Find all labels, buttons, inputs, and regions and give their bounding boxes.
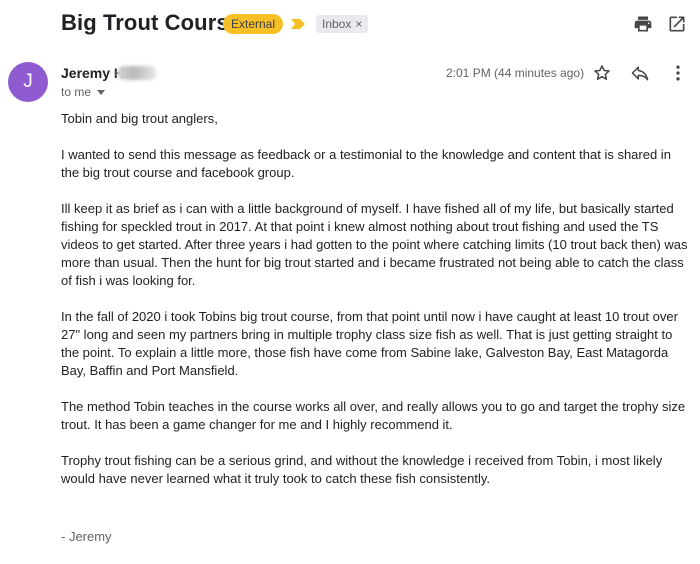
- show-details-icon[interactable]: [97, 90, 106, 96]
- body-paragraph-1: I wanted to send this message as feedbac…: [61, 147, 671, 180]
- star-icon[interactable]: [592, 63, 612, 83]
- body-paragraph-5: Trophy trout fishing can be a serious gr…: [61, 453, 663, 486]
- body-paragraph-4: The method Tobin teaches in the course w…: [61, 399, 686, 432]
- recipient-text: to me: [61, 85, 92, 99]
- email-timestamp: 2:01 PM (44 minutes ago): [446, 66, 585, 80]
- sender-name[interactable]: Jeremy H: [61, 65, 124, 81]
- avatar[interactable]: J: [8, 62, 48, 102]
- open-in-new-window-icon[interactable]: [667, 14, 687, 34]
- more-vert-icon[interactable]: [668, 63, 688, 83]
- body-paragraph-2: Ill keep it as brief as i can with a lit…: [61, 201, 688, 288]
- body-greeting: Tobin and big trout anglers,: [61, 111, 218, 126]
- reply-icon[interactable]: [630, 63, 650, 83]
- label-inbox-text: Inbox: [322, 17, 352, 31]
- label-inbox[interactable]: Inbox ×: [316, 15, 369, 33]
- importance-marker-icon[interactable]: [290, 17, 306, 31]
- label-external[interactable]: External: [223, 14, 284, 34]
- email-body: Tobin and big trout anglers, I wanted to…: [61, 110, 691, 506]
- email-subject: Big Trout Course: [61, 10, 242, 35]
- redacted-name-blur: [117, 66, 157, 80]
- recipient-line[interactable]: to me: [61, 85, 106, 99]
- email-header: Big Trout Course External Inbox ×: [0, 0, 700, 50]
- body-paragraph-3: In the fall of 2020 i took Tobins big tr…: [61, 309, 678, 378]
- email-signature: - Jeremy: [61, 529, 112, 544]
- remove-label-button[interactable]: ×: [355, 17, 362, 31]
- print-icon[interactable]: [633, 14, 653, 34]
